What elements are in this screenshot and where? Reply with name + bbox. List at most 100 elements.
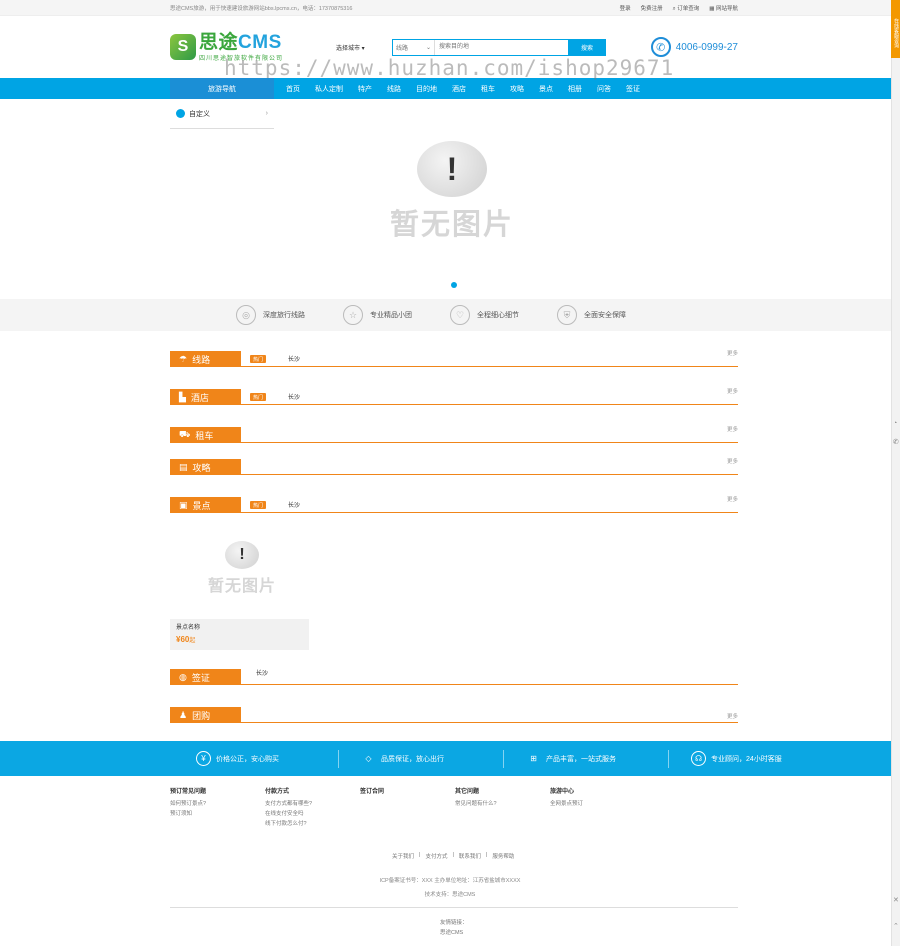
section-title: ♟ 团购 (170, 707, 241, 723)
city-tab[interactable]: 长沙 (256, 668, 312, 677)
exclamation-bubble-icon: ! (417, 141, 487, 197)
footer-link[interactable]: 在线支付安全吗 (265, 809, 360, 819)
site-nav-label: 网站导航 (715, 5, 738, 12)
about-link[interactable]: 关于我们 (392, 852, 414, 860)
chevron-right-icon: › (265, 110, 268, 117)
nav-guide-button[interactable]: 旅游导航 (170, 78, 274, 99)
feature-item: ◎ 深度旅行线路 (236, 305, 305, 325)
site-nav-link[interactable]: ▦ 网站导航 (709, 4, 738, 13)
promise-item: ◇ 品质保证，放心出行 (361, 751, 503, 766)
footer-column: 付款方式 支付方式都有哪些? 在线支付安全吗 线下付款怎么付? (265, 786, 360, 829)
footer-link[interactable]: 如何预订景点? (170, 799, 265, 809)
nav-album[interactable]: 相册 (568, 84, 582, 94)
yen-icon: ¥ (196, 751, 211, 766)
star-icon: ☆ (343, 305, 363, 325)
nav-car[interactable]: 租车 (481, 84, 495, 94)
search-input[interactable] (435, 39, 568, 55)
feature-item: ⛨ 全面安全保障 (557, 305, 626, 325)
section-line: ☂ 线路 热门 长沙 更多 (170, 351, 738, 367)
friend-link[interactable]: 思途CMS (440, 928, 463, 936)
footer-link[interactable]: 支付方式都有哪些? (265, 799, 360, 809)
phone-icon[interactable]: ✆ (893, 438, 899, 446)
chevron-down-icon: ⌄ (425, 44, 431, 51)
nav-line[interactable]: 线路 (387, 84, 401, 94)
top-links: 登录 免费注册 ⌕ 订单查询 ▦ 网站导航 (620, 4, 738, 13)
route-icon: ◎ (236, 305, 256, 325)
more-link[interactable]: 更多 (727, 349, 738, 357)
nav-specialty[interactable]: 特产 (358, 84, 372, 94)
carousel-dot[interactable] (451, 282, 457, 288)
online-service-tab[interactable]: 在线客服咨询 (891, 0, 900, 58)
category-icon (176, 109, 185, 118)
hot-badge[interactable]: 热门 (250, 393, 267, 401)
beach-icon: ☂ (179, 353, 188, 364)
nav-destination[interactable]: 目的地 (416, 84, 437, 94)
section-guide: ▤ 攻略 更多 (170, 459, 738, 475)
help-link[interactable]: 服务帮助 (492, 852, 514, 860)
nav-home[interactable]: 首页 (286, 84, 300, 94)
footer-link[interactable]: 全网景点预订 (550, 799, 645, 809)
promise-item: ☊ 专业顾问，24小时客服 (691, 751, 833, 766)
footer-column: 其它问题 常见问题有什么? (455, 786, 550, 829)
top-notice: 思途CMS旅游，用于快速建设旅游网站bbs.lpcms.cn，电话：173708… (170, 6, 353, 12)
order-query-link[interactable]: ⌕ 订单查询 (673, 4, 700, 13)
logo-name: 思途CMS (199, 31, 282, 53)
promise-item: ⊞ 产品丰富，一站式服务 (526, 751, 668, 766)
section-title: ▙ 酒店 (170, 389, 241, 405)
footer-link[interactable]: 预订须知 (170, 809, 265, 819)
feature-item: ♡ 全程细心细节 (450, 305, 519, 325)
footer-link[interactable]: 线下付款怎么付? (265, 819, 360, 829)
feature-item: ☆ 专业精品小团 (343, 305, 412, 325)
section-group: ♟ 团购 更多 (170, 707, 738, 723)
more-link[interactable]: 更多 (727, 712, 738, 720)
divider (668, 749, 669, 768)
city-tab[interactable]: 长沙 (288, 392, 344, 401)
contact-link[interactable]: 联系我们 (459, 852, 481, 860)
arrow-up-icon[interactable]: ⌃ (893, 922, 899, 930)
city-tab[interactable]: 长沙 (288, 500, 344, 509)
nav-guide[interactable]: 攻略 (510, 84, 524, 94)
more-link[interactable]: 更多 (727, 387, 738, 395)
register-link[interactable]: 免费注册 (641, 4, 663, 13)
footer-link[interactable]: 常见问题有什么? (455, 799, 550, 809)
divider (503, 749, 504, 768)
more-link[interactable]: 更多 (727, 457, 738, 465)
search-type-select[interactable]: 线路 ⌄ (393, 39, 435, 55)
spot-card[interactable]: ! 暂无图片 景点名称 ¥60起 (170, 527, 309, 650)
section-car: ⛟ 租车 更多 (170, 427, 738, 443)
watermark: https://www.huzhan.com/ishop29671 (224, 56, 675, 80)
diamond-icon: ◇ (365, 754, 372, 763)
phone-icon: ✆ (650, 37, 671, 57)
banner-placeholder-image: ! 暂无图片 (390, 141, 514, 243)
nav-spot[interactable]: 景点 (539, 84, 553, 94)
nav-custom[interactable]: 私人定制 (315, 84, 343, 94)
more-link[interactable]: 更多 (727, 425, 738, 433)
hotline: ✆ 4006-0999-27 (650, 37, 738, 57)
hotel-icon: ▙ (179, 391, 186, 402)
city-tab[interactable]: 长沙 (288, 354, 344, 363)
category-item-custom[interactable]: 自定义 › (170, 99, 274, 129)
footer-links: 关于我们 | 支付方式 | 联系我们 | 服务帮助 (392, 852, 515, 860)
city-selector[interactable]: 选择城市 ▾ (336, 43, 392, 52)
search-button[interactable]: 搜索 (568, 38, 606, 56)
top-bar: 思途CMS旅游，用于快速建设旅游网站bbs.lpcms.cn，电话：173708… (0, 0, 900, 16)
chat-icon[interactable]: ◔ (893, 420, 897, 427)
close-icon[interactable]: ✕ (893, 896, 899, 904)
footer-divider (170, 907, 738, 908)
section-visa: ◍ 签证 长沙 (170, 669, 738, 685)
login-link[interactable]: 登录 (620, 4, 631, 13)
spot-name: 景点名称 (176, 625, 201, 631)
hot-badge[interactable]: 热门 (250, 501, 267, 509)
hot-badge[interactable]: 热门 (250, 355, 267, 363)
hotline-number: 4006-0999-27 (675, 41, 738, 53)
order-query-label: 订单查询 (677, 5, 700, 12)
nav-visa[interactable]: 签证 (626, 84, 640, 94)
payment-link[interactable]: 支付方式 (425, 852, 447, 860)
section-title: ▣ 景点 (170, 497, 241, 513)
headset-icon: ☊ (691, 751, 706, 766)
right-toolbar: ◔ ✆ ✕ ⌃ (891, 58, 900, 946)
nav-hotel[interactable]: 酒店 (452, 84, 466, 94)
nav-qa[interactable]: 问答 (597, 84, 611, 94)
promise-bar: ¥ 价格公正，安心购买 ◇ 品质保证，放心出行 ⊞ 产品丰富，一站式服务 ☊ 专业顾问，… (0, 741, 891, 776)
more-link[interactable]: 更多 (727, 495, 738, 503)
